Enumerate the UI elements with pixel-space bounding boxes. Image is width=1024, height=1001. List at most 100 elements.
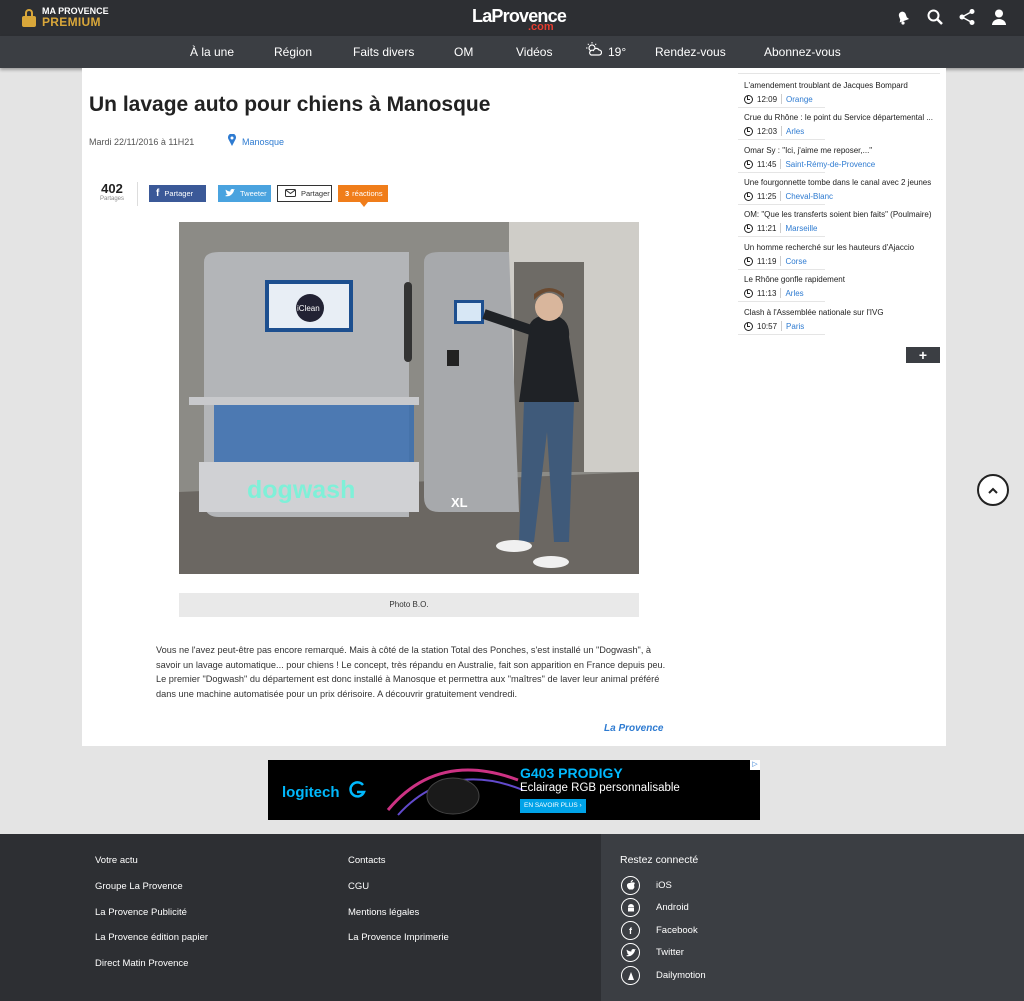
- news-title[interactable]: Omar Sy : "Ici, j'aime me reposer,...": [744, 146, 872, 155]
- reactions-button[interactable]: 3 réactions: [338, 185, 388, 207]
- news-place[interactable]: Cheval-Blanc: [785, 192, 833, 201]
- clock-icon: [744, 191, 753, 201]
- clock-icon: [744, 126, 753, 136]
- footer-link[interactable]: Votre actu: [95, 855, 138, 866]
- nav-item-om[interactable]: OM: [454, 36, 473, 68]
- logo-suffix: .com: [528, 21, 554, 33]
- nav-item-region[interactable]: Région: [274, 36, 312, 68]
- social-label: iOS: [656, 880, 672, 891]
- nav-item-abonnez-vous[interactable]: Abonnez-vous: [764, 36, 841, 68]
- article-photo: iClean dogwash XL: [179, 222, 639, 574]
- article-title: Un lavage auto pour chiens à Manosque: [89, 93, 491, 116]
- weather-sun-cloud-icon: [586, 36, 603, 68]
- photo-screen-brand: iClean: [297, 304, 320, 313]
- news-place[interactable]: Corse: [785, 257, 806, 266]
- social-label: Facebook: [656, 925, 698, 936]
- premium-line2: PREMIUM: [42, 15, 101, 29]
- scroll-top-button[interactable]: [977, 474, 1009, 506]
- logitech-g-icon: [348, 781, 366, 803]
- news-place[interactable]: Orange: [786, 95, 813, 104]
- footer-link[interactable]: Mentions légales: [348, 907, 419, 918]
- news-place[interactable]: Arles: [786, 127, 804, 136]
- facebook-icon: f: [621, 921, 640, 940]
- share-count-label: Partages: [99, 196, 124, 202]
- news-place[interactable]: Paris: [786, 322, 804, 331]
- news-title[interactable]: L'amendement troublant de Jacques Bompar…: [744, 81, 908, 90]
- news-time: 10:57: [757, 321, 778, 331]
- clock-icon: [744, 321, 753, 331]
- more-news-button[interactable]: +: [906, 347, 940, 363]
- photo-machine-brand: dogwash: [247, 476, 355, 504]
- footer-link[interactable]: Groupe La Provence: [95, 881, 183, 892]
- news-title[interactable]: Clash à l'Assemblée nationale sur l'IVG: [744, 308, 884, 317]
- news-title[interactable]: OM: "Que les transferts soient bien fait…: [744, 210, 932, 219]
- sidebar-top-divider: [738, 73, 940, 74]
- social-link-dailymotion[interactable]: Dailymotion: [621, 966, 706, 985]
- search-icon[interactable]: [926, 8, 944, 26]
- facebook-icon: f: [156, 188, 160, 199]
- mail-icon: [285, 188, 296, 199]
- nav-item-faits-divers[interactable]: Faits divers: [353, 36, 414, 68]
- article-signature[interactable]: La Provence: [604, 723, 663, 734]
- user-icon[interactable]: [990, 8, 1008, 26]
- ad-product: G403 PRODIGY: [520, 765, 623, 781]
- share-counter: 402 Partages: [96, 181, 128, 202]
- news-title[interactable]: Un homme recherché sur les hauteurs d'Aj…: [744, 243, 914, 252]
- main-nav: À la une Région Faits divers OM Vidéos 1…: [0, 36, 1024, 68]
- site-logo[interactable]: LaProvence .com: [472, 6, 572, 33]
- social-link-facebook[interactable]: f Facebook: [621, 921, 698, 940]
- mail-share-label: Partager: [301, 189, 330, 198]
- ad-cta-button[interactable]: EN SAVOIR PLUS ›: [520, 799, 586, 813]
- photo-machine-size: XL: [451, 495, 468, 510]
- facebook-share-button[interactable]: f Partager: [149, 185, 206, 202]
- nav-item-rendez-vous[interactable]: Rendez-vous: [655, 36, 726, 68]
- social-title: Restez connecté: [620, 854, 699, 866]
- footer-link[interactable]: CGU: [348, 881, 369, 892]
- location-label: Manosque: [242, 137, 285, 147]
- social-link-ios[interactable]: iOS: [621, 876, 672, 895]
- footer-link[interactable]: La Provence édition papier: [95, 932, 208, 943]
- news-time: 12:09: [757, 94, 778, 104]
- footer-link[interactable]: La Provence Publicité: [95, 907, 187, 918]
- dailymotion-icon: [621, 966, 640, 985]
- social-label: Dailymotion: [656, 970, 706, 981]
- news-place[interactable]: Arles: [785, 289, 803, 298]
- chevron-up-icon: [988, 481, 998, 499]
- news-time: 11:21: [757, 223, 777, 233]
- news-place[interactable]: Marseille: [785, 224, 817, 233]
- nav-item-videos[interactable]: Vidéos: [516, 36, 552, 68]
- ad-banner[interactable]: logitech G403 PRODIGY Eclairage RGB pers…: [268, 760, 760, 820]
- ad-choices-icon[interactable]: ▷: [750, 760, 760, 770]
- footer-link[interactable]: Direct Matin Provence: [95, 958, 188, 969]
- article-body: Vous ne l'avez peut-être pas encore rema…: [156, 645, 666, 699]
- bell-icon[interactable]: [894, 8, 912, 26]
- nav-item-a-la-une[interactable]: À la une: [190, 36, 234, 68]
- top-bar: MA PROVENCE PREMIUM LaProvence .com: [0, 0, 1024, 36]
- news-place[interactable]: Saint-Rémy-de-Provence: [785, 160, 875, 169]
- clock-icon: [744, 159, 753, 169]
- footer-link[interactable]: La Provence Imprimerie: [348, 932, 449, 943]
- twitter-share-button[interactable]: Tweeter: [218, 185, 271, 202]
- share-divider: [137, 182, 138, 206]
- mail-share-button[interactable]: Partager: [277, 185, 332, 202]
- clock-icon: [744, 94, 753, 104]
- news-title[interactable]: Une fourgonnette tombe dans le canal ave…: [744, 178, 931, 187]
- footer-link[interactable]: Contacts: [348, 855, 386, 866]
- twitter-share-label: Tweeter: [240, 189, 267, 198]
- share-icon[interactable]: [958, 8, 976, 26]
- ad-brand-label: logitech: [282, 783, 340, 801]
- article-location[interactable]: Manosque: [228, 133, 284, 151]
- social-link-android[interactable]: Android: [621, 898, 689, 917]
- news-time: 11:25: [757, 191, 777, 201]
- news-time: 12:03: [757, 126, 778, 136]
- social-link-twitter[interactable]: Twitter: [621, 943, 684, 962]
- news-title[interactable]: Le Rhône gonfle rapidement: [744, 275, 845, 284]
- news-title[interactable]: Crue du Rhône : le point du Service dépa…: [744, 113, 933, 122]
- reactions-count: 3: [345, 189, 350, 198]
- news-time: 11:19: [757, 256, 777, 266]
- nav-weather[interactable]: 19°: [586, 36, 626, 68]
- twitter-icon: [621, 943, 640, 962]
- premium-logo-link[interactable]: MA PROVENCE PREMIUM: [22, 7, 109, 28]
- news-time: 11:13: [757, 288, 777, 298]
- ad-tagline: Eclairage RGB personnalisable: [520, 782, 680, 794]
